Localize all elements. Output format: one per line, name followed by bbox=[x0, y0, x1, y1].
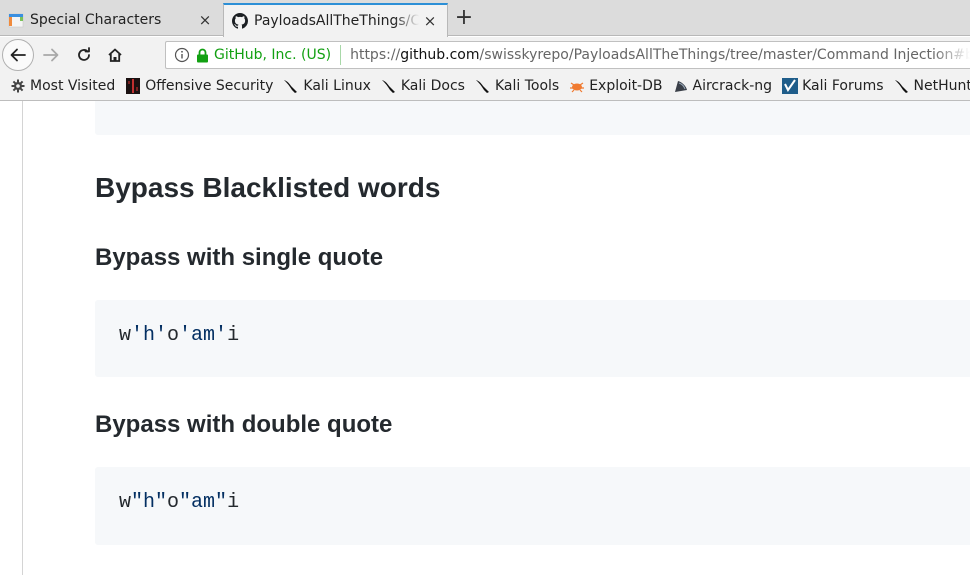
bookmark-kali-linux[interactable]: Kali Linux bbox=[283, 78, 371, 94]
home-icon bbox=[108, 48, 122, 62]
heading-single-quote: Bypass with single quote bbox=[95, 244, 384, 271]
code-token-string: "h" bbox=[131, 491, 168, 514]
code-token: o bbox=[167, 491, 180, 514]
tab-strip: Special Characters × PayloadsAllTheThing… bbox=[0, 0, 970, 37]
calendar-page-icon bbox=[8, 13, 24, 27]
back-button[interactable] bbox=[2, 39, 34, 71]
bookmark-label: Kali Linux bbox=[303, 78, 371, 94]
url-bar[interactable]: GitHub, Inc. (US) https://github.com/swi… bbox=[165, 41, 970, 69]
lock-icon bbox=[196, 48, 210, 63]
bookmark-kali-tools[interactable]: Kali Tools bbox=[475, 78, 559, 94]
code-token: w bbox=[119, 491, 132, 514]
code-token-string: "am" bbox=[179, 491, 228, 514]
navigation-toolbar: GitHub, Inc. (US) https://github.com/swi… bbox=[0, 37, 970, 72]
bookmark-label: Offensive Security bbox=[145, 78, 274, 94]
page-content: Bypass Blacklisted words Bypass with sin… bbox=[0, 101, 970, 575]
aircrack-icon bbox=[673, 78, 689, 94]
code-token: o bbox=[167, 324, 180, 347]
url-scheme: https:// bbox=[350, 47, 401, 63]
previous-code-block bbox=[95, 101, 970, 135]
code-single-quote: w'h'o'am'i bbox=[119, 324, 239, 347]
code-token-string: 'am' bbox=[179, 324, 228, 347]
tab-title: Special Characters bbox=[30, 11, 162, 28]
tab-payloadsallthethings[interactable]: PayloadsAllTheThings/Command Injection × bbox=[223, 3, 448, 37]
code-double-quote: w"h"o"am"i bbox=[119, 491, 239, 514]
kali-dragon-icon bbox=[894, 78, 910, 94]
bookmark-exploit-db[interactable]: Exploit-DB bbox=[569, 78, 663, 94]
kali-dragon-icon bbox=[475, 78, 491, 94]
url-host: github.com bbox=[400, 47, 480, 63]
bug-icon bbox=[569, 78, 585, 94]
code-token: w bbox=[119, 324, 132, 347]
bookmark-kali-docs[interactable]: Kali Docs bbox=[381, 78, 465, 94]
back-arrow-icon bbox=[10, 48, 26, 62]
forward-button[interactable] bbox=[38, 41, 64, 69]
bookmark-most-visited[interactable]: Most Visited bbox=[10, 78, 115, 94]
reload-button[interactable] bbox=[71, 41, 97, 69]
bookmark-label: Exploit-DB bbox=[589, 78, 663, 94]
offsec-icon bbox=[125, 78, 141, 94]
site-identity-label[interactable]: GitHub, Inc. (US) bbox=[214, 47, 331, 63]
url-text[interactable]: https://github.com/swisskyrepo/PayloadsA… bbox=[350, 47, 970, 63]
bookmarks-toolbar: Most Visited Offensive Security Kali Lin… bbox=[0, 72, 970, 101]
bookmark-label: Kali Tools bbox=[494, 78, 560, 94]
reload-icon bbox=[78, 47, 90, 61]
code-block-single-quote: w'h'o'am'i bbox=[95, 300, 970, 377]
bookmark-label: NetHunter bbox=[913, 78, 970, 94]
gear-icon bbox=[10, 78, 26, 94]
heading-double-quote: Bypass with double quote bbox=[95, 411, 393, 438]
forums-icon bbox=[782, 78, 799, 94]
forward-arrow-icon bbox=[43, 48, 59, 62]
tab-title: PayloadsAllTheThings/Command Injection bbox=[254, 13, 419, 29]
url-path: /swisskyrepo/PayloadsAllTheThings/tree/m… bbox=[479, 47, 970, 63]
tab-special-characters[interactable]: Special Characters × bbox=[0, 3, 222, 36]
code-token: i bbox=[227, 491, 240, 514]
url-separator bbox=[340, 45, 342, 65]
bookmark-kali-forums[interactable]: Kali Forums bbox=[782, 78, 884, 94]
bookmark-label: Kali Docs bbox=[400, 78, 465, 94]
close-tab-icon[interactable]: × bbox=[194, 11, 216, 29]
bookmark-label: Most Visited bbox=[30, 78, 116, 94]
code-token: i bbox=[227, 324, 240, 347]
heading-bypass-blacklisted-words: Bypass Blacklisted words bbox=[95, 172, 441, 203]
close-tab-icon[interactable]: × bbox=[419, 12, 441, 30]
code-token-string: 'h' bbox=[131, 324, 168, 347]
sidebar-divider bbox=[22, 101, 23, 575]
bookmark-offensive-security[interactable]: Offensive Security bbox=[125, 78, 273, 94]
code-block-double-quote: w"h"o"am"i bbox=[95, 467, 970, 545]
bookmark-aircrack-ng[interactable]: Aircrack-ng bbox=[673, 78, 773, 94]
bookmark-label: Aircrack-ng bbox=[692, 78, 773, 94]
kali-dragon-icon bbox=[283, 78, 299, 94]
home-button[interactable] bbox=[102, 41, 128, 69]
site-info-icon[interactable] bbox=[174, 47, 192, 63]
bookmark-label: Kali Forums bbox=[802, 78, 884, 94]
bookmark-nethunter[interactable]: NetHunter bbox=[894, 78, 970, 94]
kali-dragon-icon bbox=[381, 78, 397, 94]
github-icon bbox=[232, 13, 248, 29]
new-tab-button[interactable]: + bbox=[452, 4, 476, 32]
